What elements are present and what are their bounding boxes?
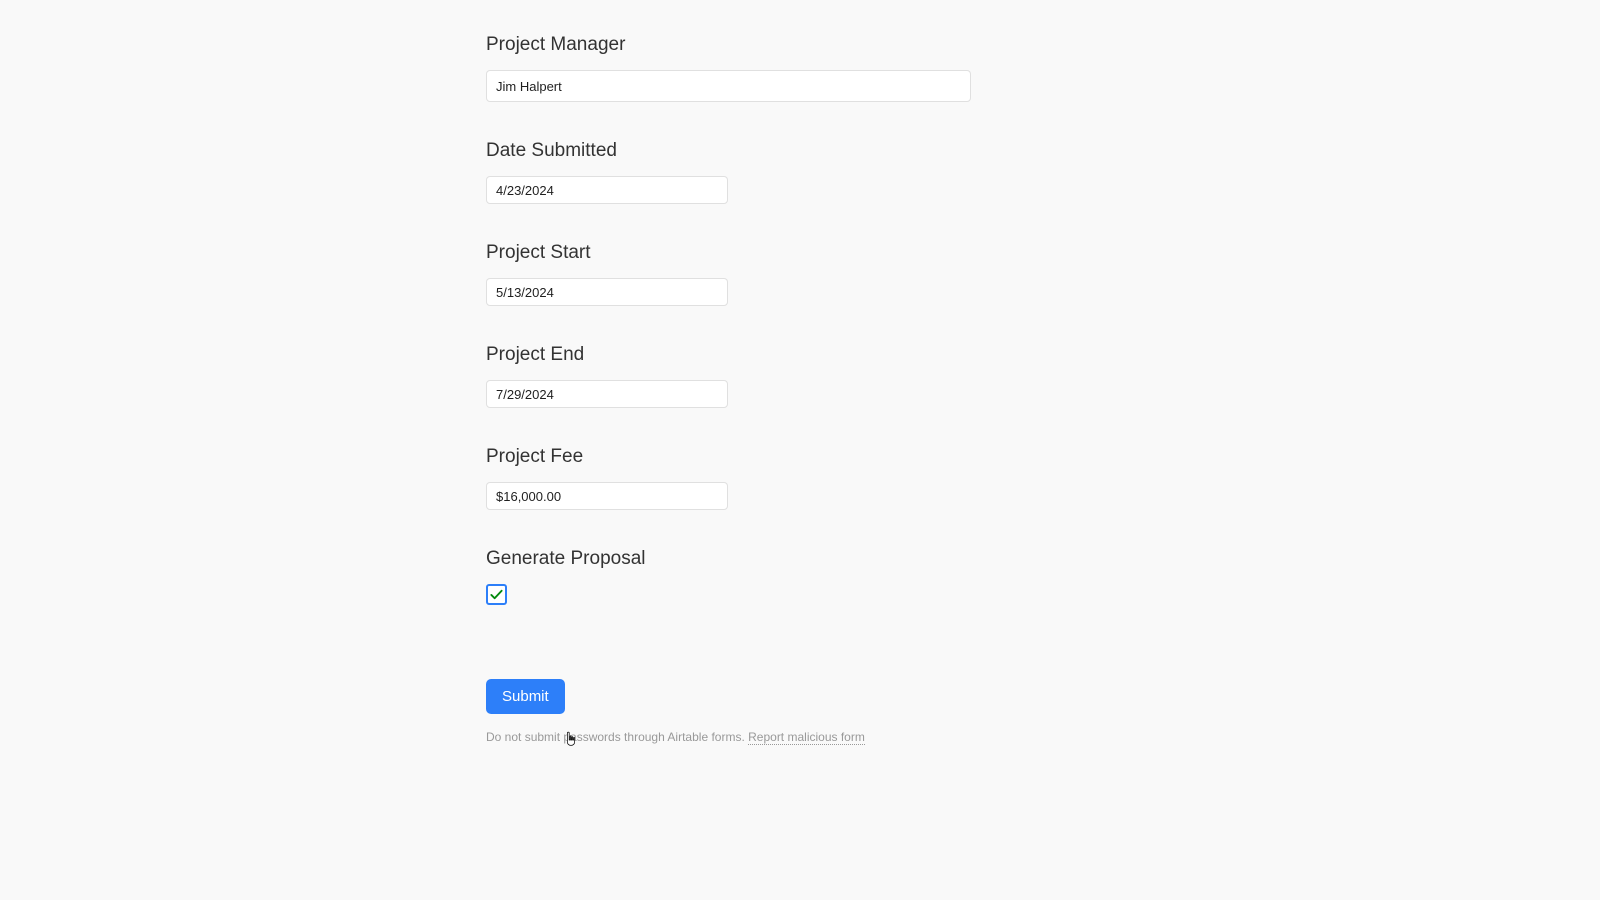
date-submitted-input[interactable] (486, 176, 728, 204)
project-fee-input[interactable] (486, 482, 728, 510)
label-project-end: Project End (486, 344, 971, 366)
field-project-start: Project Start (486, 242, 971, 306)
label-date-submitted: Date Submitted (486, 140, 971, 162)
field-date-submitted: Date Submitted (486, 140, 971, 204)
label-project-manager: Project Manager (486, 34, 971, 56)
footer-warning-text: Do not submit passwords through Airtable… (486, 730, 748, 744)
submit-section: Submit Do not submit passwords through A… (486, 679, 971, 744)
label-project-start: Project Start (486, 242, 971, 264)
field-project-manager: Project Manager (486, 34, 971, 102)
project-start-input[interactable] (486, 278, 728, 306)
field-project-fee: Project Fee (486, 446, 971, 510)
project-end-input[interactable] (486, 380, 728, 408)
field-generate-proposal: Generate Proposal (486, 548, 971, 607)
project-manager-input[interactable] (486, 70, 971, 102)
label-project-fee: Project Fee (486, 446, 971, 468)
footer-warning: Do not submit passwords through Airtable… (486, 730, 971, 744)
generate-proposal-checkbox[interactable] (486, 584, 507, 605)
report-form-link[interactable]: Report malicious form (748, 730, 865, 745)
label-generate-proposal: Generate Proposal (486, 548, 971, 570)
checkmark-icon (489, 587, 504, 602)
form-container: Project Manager Date Submitted Project S… (486, 0, 971, 744)
submit-button[interactable]: Submit (486, 679, 565, 714)
field-project-end: Project End (486, 344, 971, 408)
